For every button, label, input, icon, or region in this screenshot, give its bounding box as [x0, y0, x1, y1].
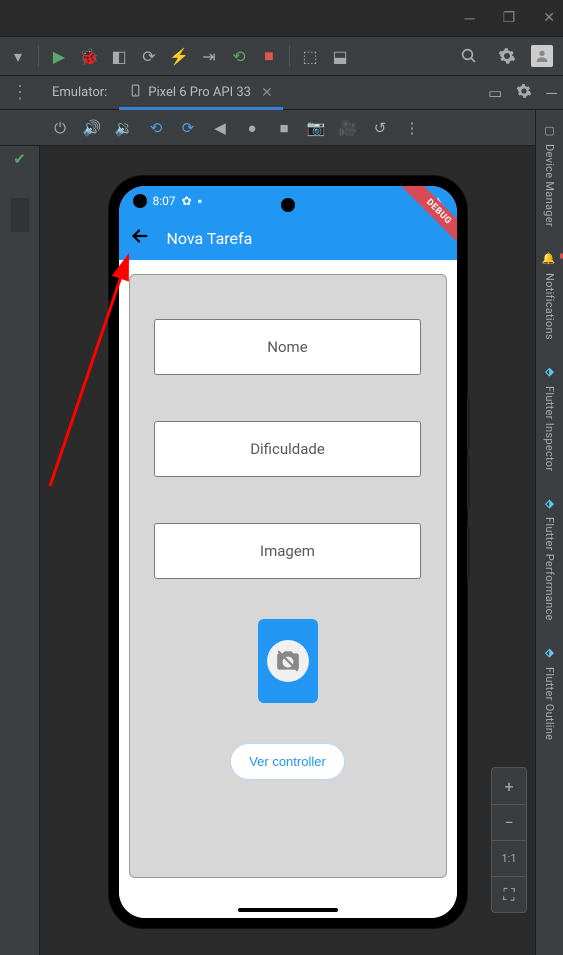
flutter-icon: ⬗: [542, 495, 558, 511]
ide-toolbar: ▾ ▶ 🐞 ◧ ⟳ ⚡ ⇥ ⟲ ■ ⬚ ⬓: [0, 36, 563, 76]
flutter-icon: ⬗: [542, 645, 558, 661]
left-gutter: ✔: [0, 146, 40, 955]
zoom-controls: + − 1:1 ⛶: [491, 767, 527, 913]
settings-icon[interactable]: [493, 42, 521, 70]
phone-frame: 8:07 ✿ ▪ DEBUG Nova Tarefa Nome: [109, 176, 467, 928]
image-hint: Imagem: [260, 542, 315, 560]
hot-reload-icon[interactable]: ⚡: [165, 42, 193, 70]
hot-restart-icon[interactable]: ⟲: [225, 42, 253, 70]
flutter-icon: ⬗: [542, 364, 558, 380]
image-preview: [258, 619, 318, 703]
phone-icon: [129, 84, 142, 101]
name-field[interactable]: Nome: [154, 319, 420, 375]
appbar-title: Nova Tarefa: [167, 229, 253, 248]
status-gear-icon: ✿: [182, 194, 192, 208]
overview-nav-icon[interactable]: ■: [272, 116, 296, 140]
phone-screen: 8:07 ✿ ▪ DEBUG Nova Tarefa Nome: [119, 186, 457, 918]
record-icon[interactable]: 🎥: [336, 116, 360, 140]
device-icon[interactable]: ⬚: [296, 42, 324, 70]
dropdown-toggle-icon[interactable]: ▾: [4, 42, 32, 70]
reset-icon[interactable]: ↺: [368, 116, 392, 140]
more-icon[interactable]: ⋮: [400, 116, 424, 140]
debug-icon[interactable]: 🐞: [75, 42, 103, 70]
emulator-viewport: 8:07 ✿ ▪ DEBUG Nova Tarefa Nome: [40, 146, 535, 955]
difficulty-hint: Dificuldade: [250, 440, 325, 458]
no-photo-icon: [275, 648, 301, 674]
status-time: 8:07: [153, 194, 176, 208]
emulator-label: Emulator:: [40, 85, 119, 100]
account-avatar-icon[interactable]: [531, 45, 553, 67]
window-mode-icon[interactable]: ▭: [488, 84, 502, 102]
panel-notifications[interactable]: 🔔 Notifications: [542, 239, 558, 352]
attach-icon[interactable]: ⇥: [195, 42, 223, 70]
drag-handle-icon[interactable]: ⋮: [0, 82, 40, 103]
bell-icon: 🔔: [542, 251, 558, 267]
profile-icon[interactable]: ⟳: [135, 42, 163, 70]
ver-controller-button[interactable]: Ver controller: [230, 743, 345, 780]
back-button[interactable]: [129, 225, 151, 252]
volume-down-icon[interactable]: 🔉: [112, 116, 136, 140]
form-card: Nome Dificuldade Imagem: [129, 274, 447, 878]
rotate-right-icon[interactable]: ⟳: [176, 116, 200, 140]
window-close-icon[interactable]: ✕: [543, 10, 555, 26]
emulator-controls: ⏻ 🔊 🔉 ⟲ ⟳ ◀ ● ■ 📷 🎥 ↺ ⋮: [0, 110, 563, 146]
panel-flutter-inspector[interactable]: ⬗ Flutter Inspector: [542, 352, 558, 483]
window-minimize-icon[interactable]: ─: [465, 10, 475, 27]
front-camera: [281, 198, 295, 212]
panel-flutter-outline[interactable]: ⬗ Flutter Outline: [542, 633, 558, 752]
coverage-icon[interactable]: ◧: [105, 42, 133, 70]
window-maximize-icon[interactable]: ❐: [503, 10, 516, 26]
tab-device[interactable]: Pixel 6 Pro API 33 ✕: [119, 76, 282, 109]
right-sidebar: ▢ Device Manager 🔔 Notifications ⬗ Flutt…: [535, 110, 563, 955]
app-bar: Nova Tarefa: [119, 216, 457, 260]
screenshot-icon[interactable]: 📷: [304, 116, 328, 140]
home-nav-icon[interactable]: ●: [240, 116, 264, 140]
panel-device-manager[interactable]: ▢ Device Manager: [542, 110, 558, 239]
sync-icon[interactable]: ⬓: [326, 42, 354, 70]
panel-flutter-performance[interactable]: ⬗ Flutter Performance: [542, 483, 558, 633]
rotate-left-icon[interactable]: ⟲: [144, 116, 168, 140]
volume-up-icon[interactable]: 🔊: [80, 116, 104, 140]
image-field[interactable]: Imagem: [154, 523, 420, 579]
status-ok-icon: ✔: [13, 150, 26, 168]
gesture-bar[interactable]: [238, 908, 338, 912]
back-nav-icon[interactable]: ◀: [208, 116, 232, 140]
minimap-stub: [11, 198, 29, 232]
search-icon[interactable]: [455, 42, 483, 70]
device-manager-icon: ▢: [542, 122, 558, 138]
close-tab-icon[interactable]: ✕: [261, 85, 273, 101]
status-square-icon: ▪: [198, 194, 202, 208]
stop-icon[interactable]: ■: [255, 42, 283, 70]
zoom-fit-button[interactable]: ⛶: [492, 876, 526, 912]
zoom-in-button[interactable]: +: [492, 768, 526, 804]
tab-settings-icon[interactable]: [516, 83, 532, 103]
zoom-ratio-button[interactable]: 1:1: [492, 840, 526, 876]
zoom-out-button[interactable]: −: [492, 804, 526, 840]
minimize-panel-icon[interactable]: ─: [546, 84, 557, 102]
run-icon[interactable]: ▶: [45, 42, 73, 70]
tab-device-label: Pixel 6 Pro API 33: [148, 85, 251, 100]
emulator-tab-row: ⋮ Emulator: Pixel 6 Pro API 33 ✕ ▭ ─: [0, 76, 563, 110]
power-icon[interactable]: ⏻: [48, 116, 72, 140]
difficulty-field[interactable]: Dificuldade: [154, 421, 420, 477]
name-hint: Nome: [267, 338, 307, 356]
